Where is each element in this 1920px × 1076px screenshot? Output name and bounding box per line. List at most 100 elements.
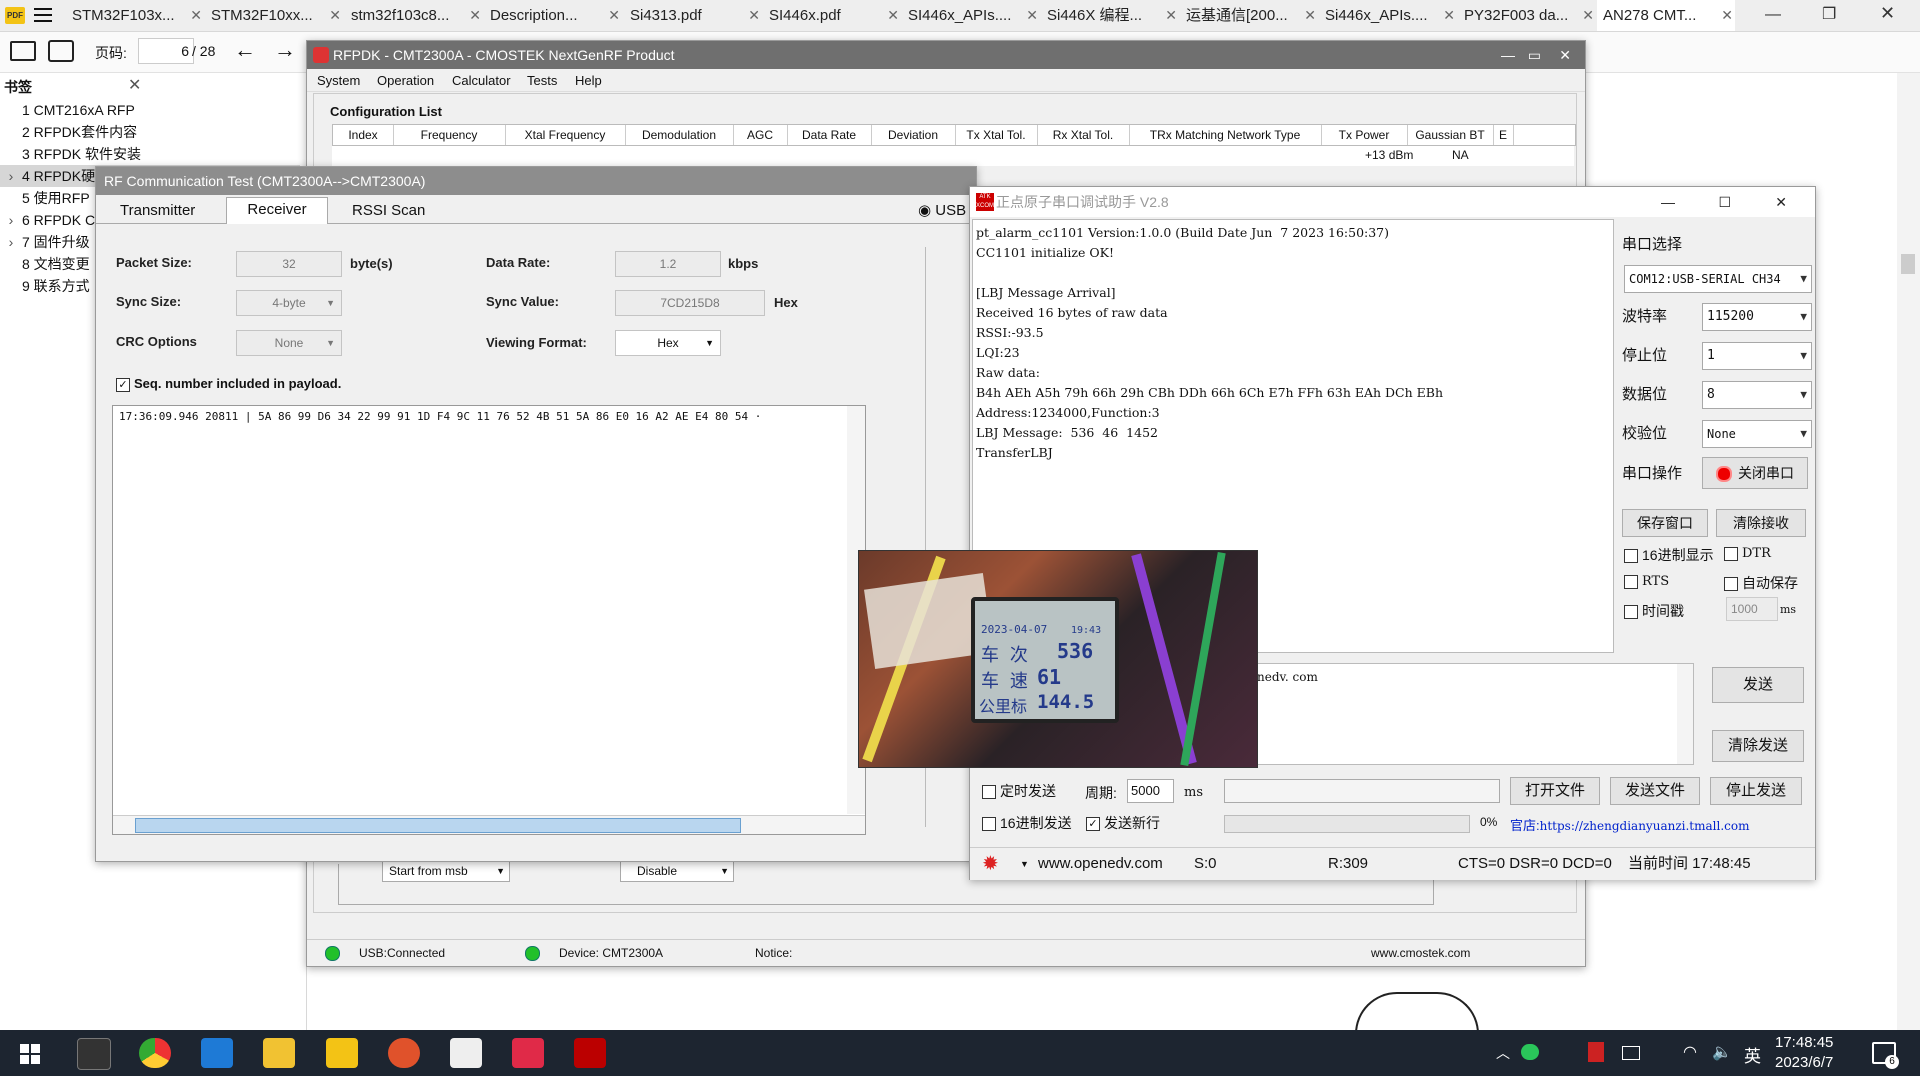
- tab-transmitter[interactable]: Transmitter: [120, 202, 195, 219]
- wechat-icon[interactable]: [1521, 1044, 1539, 1060]
- pdf-tab[interactable]: Si446X 编程... ✕: [1041, 0, 1179, 31]
- bit-order-combo[interactable]: Start from msb ▼: [382, 860, 510, 882]
- sync-value-field[interactable]: 7CD215D8: [615, 290, 765, 316]
- menu-help[interactable]: Help: [575, 73, 602, 88]
- column-header[interactable]: Data Rate: [787, 125, 872, 145]
- chevron-right-icon[interactable]: ›: [0, 165, 22, 187]
- seq-checkbox[interactable]: ✓ Seq. number included in payload.: [116, 376, 341, 392]
- prev-page-icon[interactable]: ←: [234, 37, 256, 63]
- serial-maximize-icon[interactable]: ☐: [1718, 187, 1731, 217]
- menu-operation[interactable]: Operation: [377, 73, 434, 88]
- tab-receiver[interactable]: Receiver: [226, 197, 328, 224]
- data-rate-field[interactable]: 1.2: [615, 251, 721, 277]
- page-input[interactable]: 6: [138, 38, 194, 64]
- pdf-tab[interactable]: 运基通信[200... ✕: [1180, 0, 1318, 31]
- timestamp-ms-input[interactable]: 1000: [1726, 597, 1778, 621]
- bookmark-item[interactable]: 2 RFPDK套件内容: [0, 121, 300, 143]
- pdf-tab[interactable]: stm32f103c8... ✕: [345, 0, 483, 31]
- gear-icon[interactable]: ✹: [982, 848, 999, 880]
- column-header[interactable]: Frequency: [393, 125, 506, 145]
- recorder-icon[interactable]: [388, 1038, 420, 1068]
- data-bits-select[interactable]: 8 ▼: [1702, 381, 1812, 409]
- viewing-format-combo[interactable]: Hex ▼: [615, 330, 721, 356]
- page-scrollbar[interactable]: [1897, 73, 1920, 1030]
- tab-close-icon[interactable]: ✕: [1026, 0, 1038, 31]
- explorer-icon[interactable]: [263, 1038, 295, 1068]
- pdf-tab[interactable]: Si446x_APIs.... ✕: [1319, 0, 1457, 31]
- hex-display-checkbox[interactable]: 16进制显示: [1624, 545, 1714, 565]
- pdf-tab[interactable]: SI446x_APIs.... ✕: [902, 0, 1040, 31]
- log-hscroll[interactable]: [113, 815, 865, 834]
- newline-checkbox[interactable]: ✓ 发送新行: [1086, 813, 1160, 833]
- rts-checkbox[interactable]: RTS: [1624, 573, 1669, 589]
- tab-close-icon[interactable]: ✕: [329, 0, 341, 31]
- column-header[interactable]: TRx Matching Network Type: [1129, 125, 1322, 145]
- vscode-icon[interactable]: [201, 1038, 233, 1068]
- clock-time[interactable]: 17:48:45: [1775, 1034, 1833, 1051]
- timed-send-checkbox[interactable]: 定时发送: [982, 781, 1056, 801]
- menu-system[interactable]: System: [317, 73, 360, 88]
- clear-receive-button[interactable]: 清除接收: [1716, 509, 1806, 537]
- chevron-right-icon[interactable]: ›: [0, 209, 22, 231]
- pdf-tab[interactable]: SI446x.pdf ✕: [763, 0, 901, 31]
- baud-select[interactable]: 115200 ▼: [1702, 303, 1812, 331]
- auto-save-checkbox[interactable]: 自动保存: [1724, 573, 1798, 593]
- pdf-tab[interactable]: Si4313.pdf ✕: [624, 0, 762, 31]
- clock-date[interactable]: 2023/6/7: [1775, 1054, 1833, 1071]
- minimize-icon[interactable]: —: [1765, 6, 1781, 24]
- tab-close-icon[interactable]: ✕: [1582, 0, 1594, 31]
- menu-calculator[interactable]: Calculator: [452, 73, 511, 88]
- pdf-reader-icon[interactable]: [326, 1038, 358, 1068]
- column-header[interactable]: E: [1493, 125, 1514, 145]
- shop-link[interactable]: 官店:https://zhengdianyuanzi.tmall.com: [1510, 815, 1810, 834]
- pdf-tab[interactable]: STM32F103x... ✕: [66, 0, 204, 31]
- open-file-button[interactable]: 打开文件: [1510, 777, 1600, 805]
- serial-close-icon[interactable]: ✕: [1775, 187, 1787, 217]
- serial-minimize-icon[interactable]: —: [1661, 187, 1675, 217]
- menu-tests[interactable]: Tests: [527, 73, 557, 88]
- restore-icon[interactable]: ❐: [1822, 4, 1836, 24]
- network-icon[interactable]: ◠: [1683, 1042, 1697, 1062]
- status-site[interactable]: www.openedv.com: [1038, 848, 1163, 880]
- rfpdk-close-icon[interactable]: ✕: [1559, 41, 1571, 69]
- column-header[interactable]: Gaussian BT: [1407, 125, 1494, 145]
- crc-combo[interactable]: None ▼: [236, 330, 342, 356]
- stop-send-button[interactable]: 停止发送: [1710, 777, 1802, 805]
- tab-close-icon[interactable]: ✕: [469, 0, 481, 31]
- windows-start-icon[interactable]: [20, 1044, 40, 1064]
- tab-close-icon[interactable]: ✕: [1304, 0, 1316, 31]
- column-header[interactable]: Demodulation: [625, 125, 734, 145]
- rfpdk-maximize-icon[interactable]: ▭: [1528, 41, 1541, 69]
- column-header[interactable]: Tx Xtal Tol.: [955, 125, 1038, 145]
- print-icon[interactable]: [48, 40, 74, 62]
- period-input[interactable]: 5000: [1127, 779, 1174, 803]
- bookmark-item[interactable]: 3 RFPDK 软件安装: [0, 143, 300, 165]
- pdf-tab[interactable]: STM32F10xx... ✕: [205, 0, 343, 31]
- volume-icon[interactable]: 🔈: [1712, 1042, 1732, 1062]
- close-icon[interactable]: ✕: [1880, 3, 1895, 24]
- stop-select[interactable]: 1 ▼: [1702, 342, 1812, 370]
- ime-indicator[interactable]: 英: [1744, 1042, 1761, 1067]
- chevron-down-icon[interactable]: ▼: [1020, 848, 1029, 880]
- pdf-tab[interactable]: AN278 CMT... ✕: [1597, 0, 1735, 31]
- antivirus-icon[interactable]: [1588, 1042, 1604, 1062]
- terminal-icon[interactable]: [77, 1038, 111, 1070]
- send-scrollbar[interactable]: [1677, 664, 1693, 764]
- file-path-input[interactable]: [1224, 779, 1500, 803]
- bookmark-item[interactable]: 1 CMT216xA RFP: [0, 99, 300, 121]
- column-header[interactable]: Tx Power: [1321, 125, 1408, 145]
- pdf-tab[interactable]: Description... ✕: [484, 0, 622, 31]
- tab-close-icon[interactable]: ✕: [608, 0, 620, 31]
- pdf-tab[interactable]: PY32F003 da... ✕: [1458, 0, 1596, 31]
- battery-icon[interactable]: [1622, 1046, 1640, 1060]
- port-select[interactable]: COM12:USB-SERIAL CH34 ▼: [1624, 265, 1812, 293]
- menu-icon[interactable]: [34, 8, 52, 22]
- parity-select[interactable]: None ▼: [1702, 420, 1812, 448]
- rfpdk-minimize-icon[interactable]: —: [1501, 41, 1515, 69]
- dtr-checkbox[interactable]: DTR: [1724, 545, 1771, 561]
- timestamp-checkbox[interactable]: 时间戳: [1624, 601, 1684, 621]
- xcom-taskbar-icon[interactable]: [574, 1038, 606, 1068]
- disable-combo[interactable]: Disable ▼: [620, 860, 734, 882]
- packet-size-field[interactable]: 32: [236, 251, 342, 277]
- sync-size-combo[interactable]: 4-byte ▼: [236, 290, 342, 316]
